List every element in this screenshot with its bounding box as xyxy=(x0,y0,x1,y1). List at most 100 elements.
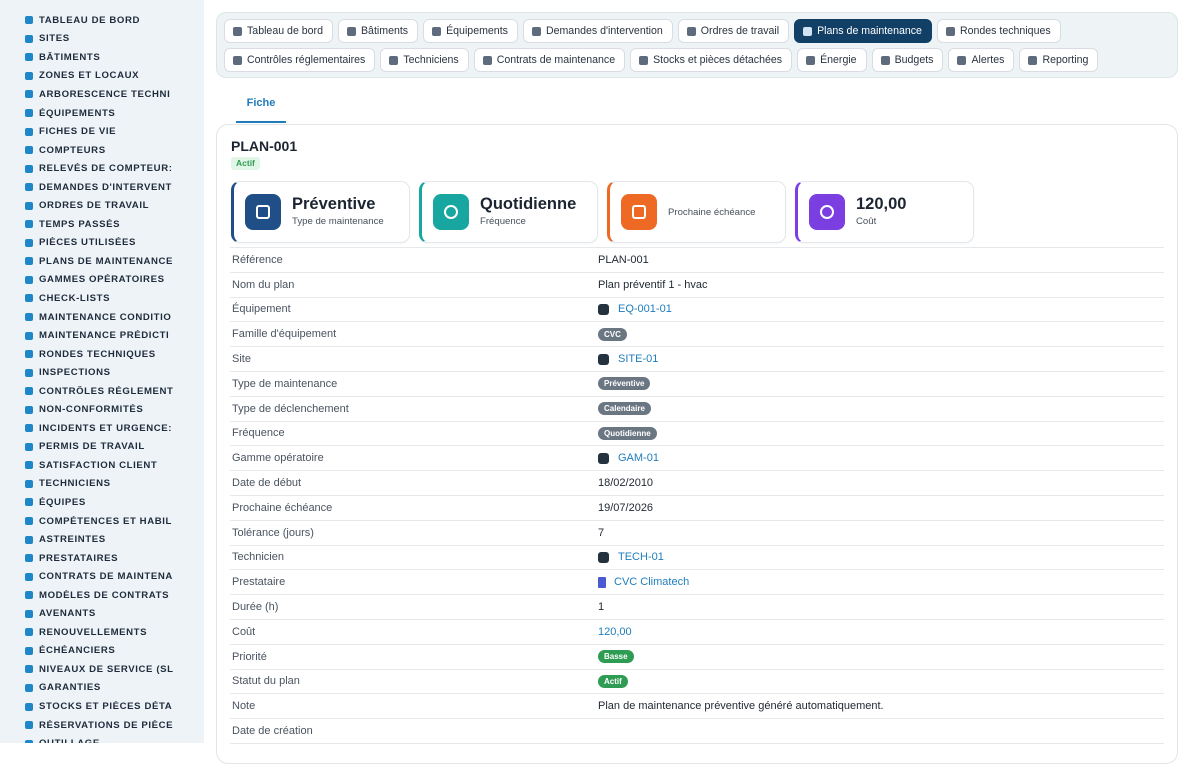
sidebar-item[interactable]: CONTRÔLES RÉGLEMENT xyxy=(0,382,204,401)
sidebar-item[interactable]: AVENANTS xyxy=(0,605,204,624)
sidebar-item-label: MAINTENANCE CONDITIO xyxy=(39,311,172,323)
field-label: Coût xyxy=(232,625,256,638)
contract-icon xyxy=(24,572,33,581)
sidebar-item[interactable]: NON-CONFORMITÉS xyxy=(0,400,204,419)
module-nav-button[interactable]: Reporting xyxy=(1019,48,1099,72)
sidebar-item[interactable]: GAMMES OPÉRATOIRES xyxy=(0,271,204,290)
field-link[interactable]: CVC Climatech xyxy=(614,576,689,588)
module-nav-label: Reporting xyxy=(1042,54,1089,66)
sidebar-item[interactable]: PIÈCES UTILISÉES xyxy=(0,234,204,253)
sidebar-item[interactable]: RENOUVELLEMENTS xyxy=(0,623,204,642)
certificate-icon xyxy=(233,55,242,65)
sidebar-item[interactable]: RELEVÉS DE COMPTEUR: xyxy=(0,159,204,178)
sidebar-item[interactable]: PRESTATAIRES xyxy=(0,549,204,568)
module-nav-button[interactable]: Alertes xyxy=(948,48,1015,72)
sidebar-item-label: RONDES TECHNIQUES xyxy=(39,348,156,360)
question-icon xyxy=(531,26,541,36)
tab-fiche[interactable]: Fiche xyxy=(236,97,286,109)
field-value: 7 xyxy=(598,526,605,539)
field-value-cell: Actif xyxy=(598,674,1164,688)
sidebar-item[interactable]: COMPTEURS xyxy=(0,141,204,160)
sidebar-item[interactable]: FICHES DE VIE xyxy=(0,122,204,141)
field-label: Type de déclenchement xyxy=(232,402,349,415)
sidebar-item[interactable]: ARBORESCENCE TECHNI xyxy=(0,85,204,104)
sidebar-item[interactable]: SATISFACTION CLIENT xyxy=(0,456,204,475)
sidebar-item[interactable]: ÉQUIPES xyxy=(0,493,204,512)
gears-icon xyxy=(24,109,33,118)
sidebar-item-label: NIVEAUX DE SERVICE (SL xyxy=(39,663,174,675)
field-row: Fréquence Quotidienne xyxy=(230,422,1164,447)
module-nav-button[interactable]: Énergie xyxy=(797,48,867,72)
field-value: Plan préventif 1 - hvac xyxy=(598,278,708,291)
module-nav-button[interactable]: Techniciens xyxy=(380,48,469,72)
sidebar-item-label: INCIDENTS ET URGENCE: xyxy=(39,422,173,434)
module-nav-label: Ordres de travail xyxy=(700,25,780,37)
field-value-cell: Plan de maintenance préventive généré au… xyxy=(598,700,1164,712)
module-nav-button[interactable]: Plans de maintenance xyxy=(794,19,932,43)
sidebar-item[interactable]: MODÈLES DE CONTRATS xyxy=(0,586,204,605)
field-badge: CVC xyxy=(598,327,627,341)
field-link[interactable]: GAM-01 xyxy=(618,452,659,464)
module-nav-button[interactable]: Bâtiments xyxy=(337,19,419,43)
sidebar-item[interactable]: COMPÉTENCES ET HABIL xyxy=(0,512,204,531)
field-value-cell: Plan préventif 1 - hvac xyxy=(598,279,1164,291)
calendar-icon xyxy=(245,194,281,230)
sidebar-item-label: FICHES DE VIE xyxy=(39,126,117,138)
coins-icon xyxy=(809,194,845,230)
field-link[interactable]: SITE-01 xyxy=(618,353,658,365)
sidebar-item[interactable]: ASTREINTES xyxy=(0,530,204,549)
gauge-icon xyxy=(24,146,33,155)
boxes-icon xyxy=(639,55,649,65)
sidebar-item[interactable]: ÉCHÉANCIERS xyxy=(0,642,204,661)
sidebar-item[interactable]: CONTRATS DE MAINTENA xyxy=(0,567,204,586)
sidebar-item[interactable]: OUTILLAGE xyxy=(0,734,204,743)
sidebar-item[interactable]: PERMIS DE TRAVAIL xyxy=(0,438,204,457)
sidebar-item[interactable]: SITES xyxy=(0,30,204,49)
field-label: Famille d'équipement xyxy=(232,328,337,341)
field-label: Tolérance (jours) xyxy=(232,526,314,539)
module-nav-button[interactable]: Demandes d'intervention xyxy=(522,19,673,43)
module-nav-button[interactable]: Budgets xyxy=(871,48,944,72)
sidebar-item[interactable]: BÂTIMENTS xyxy=(0,48,204,67)
field-link[interactable]: EQ-001-01 xyxy=(618,303,672,315)
sidebar-item[interactable]: PLANS DE MAINTENANCE xyxy=(0,252,204,271)
sidebar-item[interactable]: STOCKS ET PIÈCES DÉTA xyxy=(0,697,204,716)
sidebar-item[interactable]: RONDES TECHNIQUES xyxy=(0,345,204,364)
sidebar-item[interactable]: MAINTENANCE PRÉDICTI xyxy=(0,326,204,345)
link-icon xyxy=(598,353,609,365)
module-nav-button[interactable]: Tableau de bord xyxy=(224,19,333,43)
sidebar-item[interactable]: INSPECTIONS xyxy=(0,363,204,382)
module-nav-button[interactable]: Contrôles réglementaires xyxy=(224,48,376,72)
sidebar-item[interactable]: RÉSERVATIONS DE PIÈCE xyxy=(0,716,204,735)
tools-icon xyxy=(24,739,33,743)
sidebar-item[interactable]: ZONES ET LOCAUX xyxy=(0,67,204,86)
sidebar-item[interactable]: INCIDENTS ET URGENCE: xyxy=(0,419,204,438)
sidebar-item[interactable]: ORDRES DE TRAVAIL xyxy=(0,196,204,215)
sidebar-item[interactable]: DEMANDES D'INTERVENT xyxy=(0,178,204,197)
sidebar-item[interactable]: ÉQUIPEMENTS xyxy=(0,104,204,123)
stat-label: Coût xyxy=(856,216,877,227)
field-value-cell: EQ-001-01 xyxy=(598,303,1164,315)
field-link[interactable]: TECH-01 xyxy=(618,551,664,563)
field-badge: Préventive xyxy=(598,377,651,391)
field-value: 18/02/2010 xyxy=(598,477,654,490)
sidebar-item[interactable]: CHECK-LISTS xyxy=(0,289,204,308)
sidebar-item-label: STOCKS ET PIÈCES DÉTA xyxy=(39,701,173,712)
sidebar-item[interactable]: MAINTENANCE CONDITIO xyxy=(0,308,204,327)
sidebar-item[interactable]: NIVEAUX DE SERVICE (SL xyxy=(0,660,204,679)
stat-value: Quotidienne xyxy=(480,195,577,213)
module-nav-button[interactable]: Rondes techniques xyxy=(936,19,1061,43)
module-nav-button[interactable]: Stocks et pièces détachées xyxy=(630,48,793,72)
sidebar-item[interactable]: GARANTIES xyxy=(0,679,204,698)
module-nav-button[interactable]: Ordres de travail xyxy=(677,19,790,43)
search-icon xyxy=(24,368,33,377)
sidebar-item[interactable]: TECHNICIENS xyxy=(0,475,204,494)
record-card: PLAN-001 Actif Préventive Type de mainte… xyxy=(216,124,1178,764)
sidebar-item[interactable]: TABLEAU DE BORD xyxy=(0,11,204,30)
module-nav-button[interactable]: Équipements xyxy=(423,19,518,43)
sidebar-item[interactable]: TEMPS PASSÉS xyxy=(0,215,204,234)
module-nav-button[interactable]: Contrats de maintenance xyxy=(473,48,626,72)
module-nav-label: Équipements xyxy=(446,25,508,37)
field-label: Fréquence xyxy=(232,427,285,440)
field-row: Équipement EQ-001-01 xyxy=(230,298,1164,323)
